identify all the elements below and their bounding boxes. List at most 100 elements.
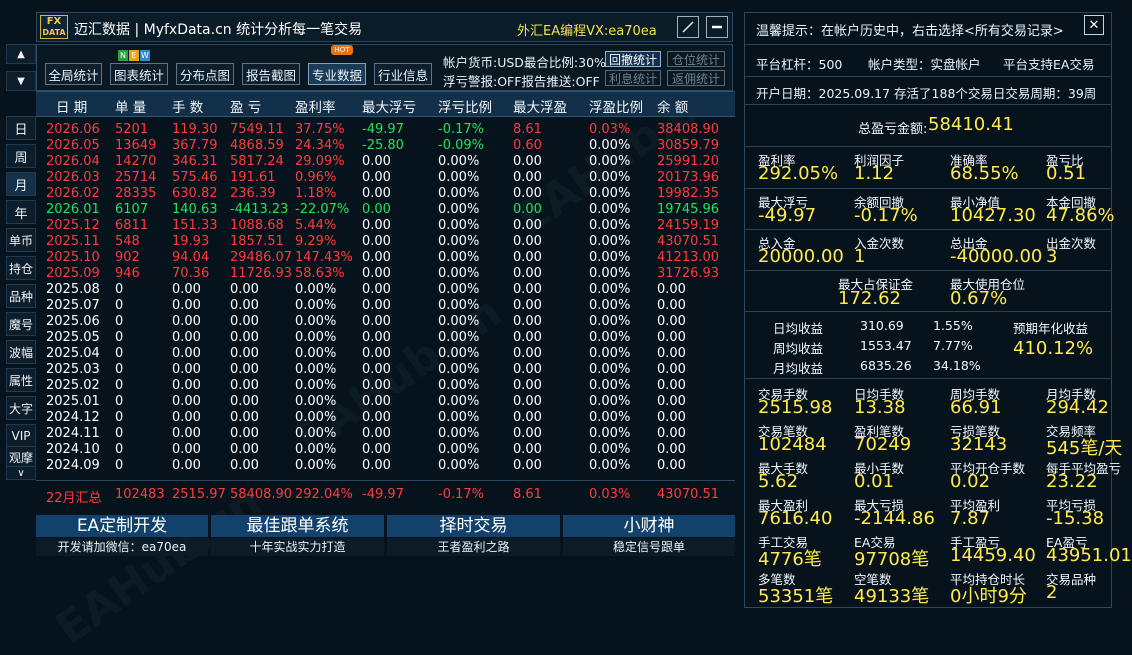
side-nav-item[interactable]: 周 [6, 144, 36, 168]
table-cell: 0 [115, 330, 124, 345]
column-header[interactable]: 最大浮盈 [513, 96, 567, 116]
promo-banner-title[interactable]: EA定制开发 [36, 515, 208, 537]
table-cell: 0.60 [513, 138, 542, 153]
edit-button[interactable] [677, 16, 699, 38]
summary-cell: 0.03% [589, 487, 631, 502]
side-nav-item[interactable]: 持仓 [6, 256, 36, 280]
table-cell: 0.00 [230, 330, 259, 345]
table-cell: 2026.04 [46, 154, 100, 169]
pro-data-button[interactable]: 专业数据 [308, 63, 366, 85]
table-cell: 0.00% [589, 234, 631, 249]
side-nav-item[interactable]: 品种 [6, 284, 36, 308]
close-button[interactable]: ✕ [1084, 15, 1104, 35]
max-position-value: 0.67% [950, 288, 1008, 309]
table-cell: 0.00% [589, 314, 631, 329]
side-nav-item[interactable]: 魔号 [6, 312, 36, 336]
table-cell: 0.96% [295, 170, 337, 185]
side-nav-item[interactable]: 属性 [6, 368, 36, 392]
report-screenshot-button[interactable]: 报告截图 [242, 63, 300, 85]
position-stats-button[interactable]: 仓位统计 [667, 51, 725, 67]
side-nav-item[interactable]: 观摩 [6, 446, 36, 468]
promo-banner-subtitle: 开发请加微信：ea70ea [36, 538, 208, 556]
column-header[interactable]: 单 量 [115, 96, 146, 116]
table-cell: 0 [115, 282, 124, 297]
table-cell: 0.00% [589, 202, 631, 217]
table-cell: 0.00 [230, 426, 259, 441]
minimize-button[interactable] [706, 16, 728, 38]
table-cell: 0 [115, 362, 124, 377]
table-cell: 0.00% [295, 426, 337, 441]
table-cell: 0 [115, 394, 124, 409]
total-pnl-value: 58410.41 [928, 114, 1014, 135]
global-stats-button[interactable]: 全局统计 [45, 63, 102, 85]
table-cell: 0 [115, 378, 124, 393]
chart-stats-button[interactable]: 图表统计 [110, 63, 168, 85]
stat-value: 102484 [758, 434, 827, 455]
table-cell: 0.00 [362, 234, 391, 249]
interest-stats-button[interactable]: 利息统计 [605, 70, 661, 86]
stat-value: 1 [854, 246, 866, 267]
table-cell: 0 [115, 458, 124, 473]
side-nav-item[interactable]: 大字 [6, 396, 36, 420]
stat-value: 13.38 [854, 397, 906, 418]
table-cell: 2025.04 [46, 346, 100, 361]
table-cell: 0.00 [513, 298, 542, 313]
scroll-down-button[interactable]: ▼ [6, 71, 36, 91]
window-title: 迈汇数据 | MyfxData.cn 统计分析每一笔交易 [74, 22, 363, 38]
table-cell: 0.00% [438, 154, 480, 169]
table-cell: 0.00% [295, 442, 337, 457]
stat-value: -15.38 [1046, 508, 1105, 529]
table-cell: 0.00 [362, 442, 391, 457]
table-cell: 0 [115, 346, 124, 361]
table-cell: 0.00 [657, 426, 686, 441]
divider [745, 76, 1111, 77]
column-header[interactable]: 日 期 [56, 96, 87, 116]
table-cell: 0.00 [362, 186, 391, 201]
return-amount: 310.69 [860, 318, 904, 333]
table-cell: 0.00% [438, 170, 480, 185]
column-header[interactable]: 最大浮亏 [362, 96, 416, 116]
side-nav-item[interactable]: 年 [6, 200, 36, 224]
column-header[interactable]: 手 数 [172, 96, 203, 116]
table-cell: 0.00 [172, 362, 201, 377]
table-cell: 0.00 [657, 298, 686, 313]
rebate-stats-button[interactable]: 返佣统计 [667, 70, 725, 86]
industry-info-button[interactable]: 行业信息 [374, 63, 432, 85]
promo-banner-title[interactable]: 择时交易 [387, 515, 560, 537]
column-header[interactable]: 盈 亏 [230, 96, 261, 116]
table-cell: 0.00 [362, 330, 391, 345]
table-cell: 151.33 [172, 218, 218, 233]
table-cell: 24.34% [295, 138, 345, 153]
promo-banner-title[interactable]: 最佳跟单系统 [211, 515, 384, 537]
stat-value: 0小时9分 [950, 586, 1027, 607]
side-nav-item[interactable]: 波幅 [6, 340, 36, 364]
logo-text: FX [46, 16, 62, 27]
distribution-chart-button[interactable]: 分布点图 [176, 63, 234, 85]
column-header[interactable]: 盈利率 [295, 96, 336, 116]
table-cell: 0.00 [513, 362, 542, 377]
stat-value: 43951.01 [1046, 545, 1132, 566]
table-cell: 0.00% [295, 314, 337, 329]
table-cell: 0.00 [172, 282, 201, 297]
withdraw-stats-button[interactable]: 回撤统计 [605, 51, 661, 67]
column-header[interactable]: 浮亏比例 [438, 96, 492, 116]
side-nav-item[interactable]: 日 [6, 116, 36, 140]
table-cell: 28335 [115, 186, 157, 201]
table-cell: 0.00% [438, 330, 480, 345]
scroll-up-button[interactable]: ▲ [6, 44, 36, 64]
stat-value: 4776笔 [758, 549, 822, 570]
table-cell: 0.00 [230, 282, 259, 297]
promo-banner-title[interactable]: 小财神 [563, 515, 735, 537]
table-cell: 0.00 [172, 442, 201, 457]
promo-banner-subtitle: 十年实战实力打造 [211, 538, 384, 556]
column-header[interactable]: 浮盈比例 [589, 96, 643, 116]
stat-value: 47.86% [1046, 205, 1115, 226]
side-nav-item[interactable]: 月 [6, 172, 36, 196]
side-nav-item[interactable]: 单币 [6, 228, 36, 252]
collapse-button[interactable]: ∨ [6, 466, 36, 480]
table-cell: 0.00% [438, 234, 480, 249]
side-nav-item[interactable]: VIP [6, 424, 36, 448]
table-cell: 0.00 [172, 298, 201, 313]
summary-cell: -49.97 [362, 487, 404, 502]
column-header[interactable]: 余 额 [657, 96, 688, 116]
